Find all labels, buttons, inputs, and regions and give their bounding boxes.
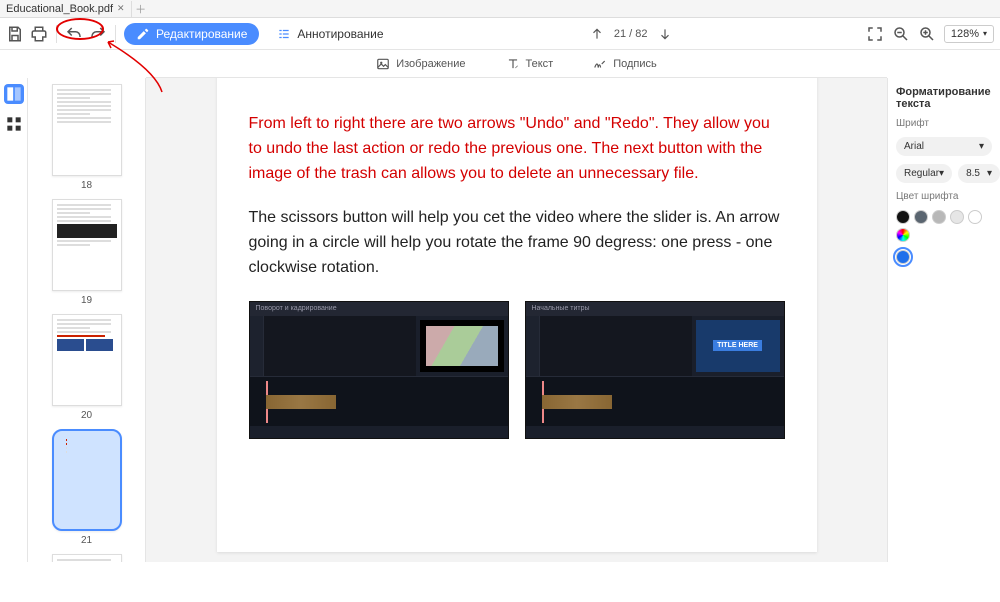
chevron-down-icon: ▾	[983, 29, 987, 38]
color-swatch[interactable]	[950, 210, 964, 224]
zoom-level-dropdown[interactable]: 128% ▾	[944, 25, 994, 43]
tab-title: Educational_Book.pdf	[6, 3, 113, 15]
main-toolbar: Редактирование Аннотирование 21 / 82 128…	[0, 18, 1000, 50]
color-picker-button[interactable]	[896, 228, 910, 242]
tab-bar: Educational_Book.pdf ✕ ＋	[0, 0, 1000, 18]
page-thumbnail[interactable]	[52, 199, 122, 291]
fullscreen-button[interactable]	[866, 25, 884, 43]
chevron-down-icon: ▾	[979, 141, 984, 152]
body-paragraph: The scissors button will help you cet th…	[249, 206, 785, 280]
page-thumbnail[interactable]	[52, 554, 122, 562]
thumbnails-toggle[interactable]	[4, 84, 24, 104]
zoom-value: 128%	[951, 28, 979, 40]
insert-signature-label: Подпись	[613, 58, 657, 70]
embedded-image: Поворот и кадрирование	[249, 301, 509, 439]
new-tab-button[interactable]: ＋	[132, 1, 150, 17]
zoom-in-button[interactable]	[918, 25, 936, 43]
embedded-images-row: Поворот и кадрирование Начальные титры T…	[249, 301, 785, 439]
print-button[interactable]	[30, 25, 48, 43]
page-thumbnail[interactable]	[52, 314, 122, 406]
grid-view-toggle[interactable]	[4, 114, 24, 134]
embedded-image: Начальные титры TITLE HERE	[525, 301, 785, 439]
save-button[interactable]	[6, 25, 24, 43]
pencil-icon	[136, 27, 150, 41]
format-panel: Форматирование текста Шрифт Arial▾ Regul…	[887, 78, 1000, 562]
annotate-icon	[277, 27, 291, 41]
insert-text-button[interactable]: Текст	[506, 57, 554, 71]
left-rail	[0, 78, 28, 562]
insert-text-label: Текст	[526, 58, 554, 70]
page-thumbnail-current[interactable]	[52, 429, 122, 531]
chevron-down-icon: ▾	[939, 168, 944, 179]
signature-icon	[593, 57, 607, 71]
color-swatch-row	[896, 210, 992, 242]
insert-image-label: Изображение	[396, 58, 465, 70]
thumb-label: 18	[81, 180, 92, 191]
thumb-label: 21	[81, 535, 92, 546]
edit-sub-toolbar: Изображение Текст Подпись	[146, 50, 887, 78]
insert-signature-button[interactable]: Подпись	[593, 57, 657, 71]
annotate-mode-button[interactable]: Аннотирование	[265, 23, 395, 45]
font-size-dropdown[interactable]: 8.5▾	[958, 164, 1000, 183]
next-page-button[interactable]	[658, 27, 672, 41]
edit-mode-label: Редактирование	[156, 27, 247, 41]
chevron-down-icon: ▾	[987, 168, 992, 179]
page-navigator: 21 / 82	[590, 27, 672, 41]
pdf-page: From left to right there are two arrows …	[217, 78, 817, 552]
selected-color-swatch[interactable]	[896, 250, 910, 264]
font-section-label: Шрифт	[896, 118, 992, 129]
close-tab-icon[interactable]: ✕	[117, 3, 125, 14]
document-tab[interactable]: Educational_Book.pdf ✕	[0, 1, 132, 17]
font-color-label: Цвет шрифта	[896, 191, 992, 202]
thumb-label: 20	[81, 410, 92, 421]
font-family-dropdown[interactable]: Arial▾	[896, 137, 992, 156]
page-thumbnail[interactable]	[52, 84, 122, 176]
document-viewport[interactable]: From left to right there are two arrows …	[146, 78, 887, 562]
font-weight-dropdown[interactable]: Regular▾	[896, 164, 952, 183]
image-icon	[376, 57, 390, 71]
zoom-out-button[interactable]	[892, 25, 910, 43]
color-swatch[interactable]	[896, 210, 910, 224]
color-swatch[interactable]	[932, 210, 946, 224]
edit-mode-button[interactable]: Редактирование	[124, 23, 259, 45]
redo-button[interactable]	[89, 25, 107, 43]
format-panel-title: Форматирование текста	[896, 86, 992, 110]
page-indicator: 21 / 82	[614, 28, 648, 40]
text-icon	[506, 57, 520, 71]
thumb-label: 19	[81, 295, 92, 306]
annotate-mode-label: Аннотирование	[297, 27, 383, 41]
color-swatch[interactable]	[968, 210, 982, 224]
color-swatch[interactable]	[914, 210, 928, 224]
undo-button[interactable]	[65, 25, 83, 43]
prev-page-button[interactable]	[590, 27, 604, 41]
highlighted-paragraph: From left to right there are two arrows …	[249, 112, 785, 186]
thumbnail-panel: 18 19 20 21	[28, 78, 146, 562]
insert-image-button[interactable]: Изображение	[376, 57, 465, 71]
